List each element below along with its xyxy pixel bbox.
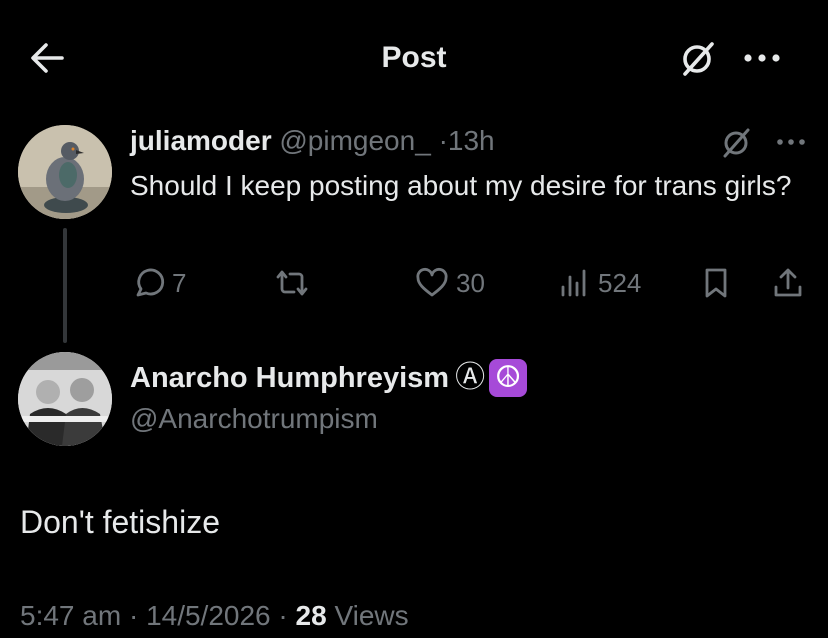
like-button[interactable]: 30 — [414, 262, 485, 304]
reply-count: 7 — [172, 267, 187, 298]
views-button[interactable]: 524 — [558, 262, 641, 304]
repost-icon — [276, 270, 308, 296]
post-views-count[interactable]: 28 — [296, 600, 327, 631]
more-horizontal-icon — [744, 54, 780, 62]
grok-button[interactable] — [674, 36, 722, 80]
photo-avatar — [18, 352, 112, 446]
grok-icon — [683, 42, 714, 76]
post-metadata: 5:47 am · 14/5/2026 · 28 Views — [20, 596, 409, 636]
post-views-label: Views — [334, 600, 409, 631]
avatar[interactable] — [18, 125, 112, 219]
grok-button[interactable] — [716, 124, 756, 160]
reply-button[interactable]: 7 — [130, 262, 186, 304]
author-display-name[interactable]: juliamoder — [130, 125, 272, 156]
repost-button[interactable] — [272, 262, 318, 304]
reply-to-text: Should I keep posting about my desire fo… — [130, 170, 792, 201]
heart-icon — [416, 267, 448, 297]
dot-separator: · — [278, 600, 288, 631]
post-text: Don't fetishize — [20, 504, 220, 540]
post-time[interactable]: 5:47 am — [20, 600, 121, 631]
more-options-button[interactable] — [738, 36, 790, 80]
post-more-button[interactable] — [770, 126, 814, 158]
post-age[interactable]: 13h — [448, 125, 495, 156]
reply-to-header: juliamoder @pimgeon_ ·13h — [130, 123, 495, 159]
bookmark-button[interactable] — [700, 262, 732, 304]
share-button[interactable] — [770, 262, 806, 304]
author-display-name: Anarcho Humphreyism — [130, 362, 450, 394]
reply-icon — [136, 268, 165, 297]
author-display-name-row[interactable]: Anarcho Humphreyism Ⓐ ☮ — [130, 358, 528, 398]
avatar[interactable] — [18, 352, 112, 446]
thread-connector-line — [63, 228, 67, 343]
like-count: 30 — [456, 267, 485, 298]
peace-symbol-icon: ☮ — [489, 359, 528, 397]
grok-icon — [723, 128, 750, 158]
author-handle[interactable]: @pimgeon_ — [279, 125, 430, 156]
author-handle[interactable]: @Anarchotrumpism — [130, 400, 378, 438]
bookmark-icon — [705, 268, 727, 298]
views-chart-icon — [561, 269, 586, 297]
post-date[interactable]: 14/5/2026 — [146, 600, 271, 631]
pigeon-avatar — [18, 125, 112, 219]
anarchy-symbol: Ⓐ — [455, 361, 486, 394]
share-icon — [774, 268, 802, 297]
dot-separator: · — [128, 600, 139, 631]
more-horizontal-icon — [777, 139, 805, 145]
dot-separator: · — [438, 125, 448, 156]
views-count: 524 — [598, 267, 642, 298]
